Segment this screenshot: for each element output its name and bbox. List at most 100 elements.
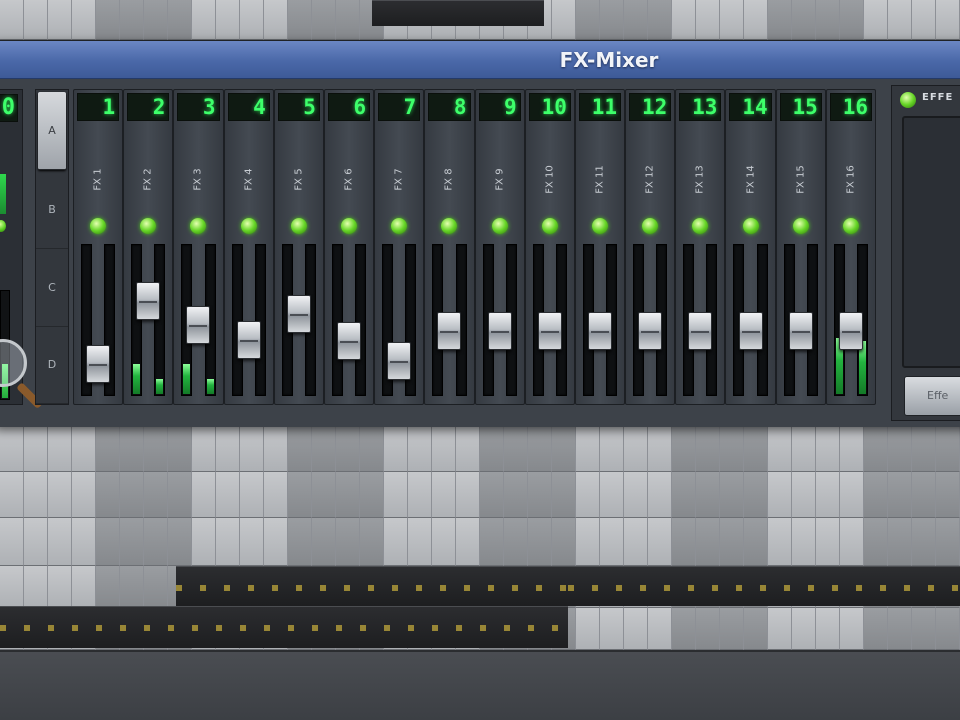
grid-cell[interactable] xyxy=(912,518,936,566)
grid-cell[interactable] xyxy=(840,518,864,566)
channel-name[interactable]: FX 3 xyxy=(193,168,204,190)
channel-mute-led[interactable] xyxy=(90,218,107,234)
volume-fader[interactable] xyxy=(437,312,462,350)
grid-cell[interactable] xyxy=(600,426,624,472)
grid-cell[interactable] xyxy=(336,426,360,472)
grid-cell[interactable] xyxy=(816,426,840,472)
grid-cell[interactable] xyxy=(264,0,288,40)
channel-strip[interactable]: 7 FX 7 xyxy=(374,89,425,405)
grid-cell[interactable] xyxy=(96,0,120,40)
grid-cell[interactable] xyxy=(936,0,960,40)
grid-cell[interactable] xyxy=(648,608,672,650)
grid-cell[interactable] xyxy=(312,426,336,472)
grid-cell[interactable] xyxy=(672,0,696,40)
grid-cell[interactable] xyxy=(600,518,624,566)
volume-fader[interactable] xyxy=(136,282,161,320)
grid-cell[interactable] xyxy=(312,518,336,566)
grid-cell[interactable] xyxy=(240,472,264,518)
grid-cell[interactable] xyxy=(288,426,312,472)
channel-mute-led[interactable] xyxy=(190,218,207,234)
grid-cell[interactable] xyxy=(24,0,48,40)
grid-cell[interactable] xyxy=(96,426,120,472)
grid-cell[interactable] xyxy=(312,0,336,40)
channel-strip[interactable]: 11 FX 11 xyxy=(574,89,626,405)
grid-cell[interactable] xyxy=(72,518,96,566)
grid-cell[interactable] xyxy=(312,472,336,518)
grid-cell[interactable] xyxy=(768,426,792,472)
grid-cell[interactable] xyxy=(144,566,168,608)
volume-fader[interactable] xyxy=(236,321,261,359)
grid-cell[interactable] xyxy=(624,608,648,650)
channel-mute-led[interactable] xyxy=(391,218,408,234)
grid-cell[interactable] xyxy=(696,0,720,40)
grid-cell[interactable] xyxy=(144,426,168,472)
grid-cell[interactable] xyxy=(192,0,216,40)
volume-fader[interactable] xyxy=(286,295,311,333)
grid-cell[interactable] xyxy=(408,518,432,566)
channel-mute-led[interactable] xyxy=(742,218,759,234)
grid-cell[interactable] xyxy=(744,426,768,472)
grid-cell[interactable] xyxy=(744,518,768,566)
grid-cell[interactable] xyxy=(216,472,240,518)
grid-cell[interactable] xyxy=(216,426,240,472)
grid-cell[interactable] xyxy=(48,518,72,566)
grid-cell[interactable] xyxy=(216,518,240,566)
grid-cell[interactable] xyxy=(936,472,960,518)
grid-cell[interactable] xyxy=(120,472,144,518)
grid-cell[interactable] xyxy=(648,518,672,566)
pattern-block[interactable] xyxy=(568,566,960,606)
grid-cell[interactable] xyxy=(24,426,48,472)
grid-cell[interactable] xyxy=(624,426,648,472)
effects-chain-list[interactable] xyxy=(902,116,960,368)
channel-name[interactable]: FX 1 xyxy=(93,168,104,190)
grid-cell[interactable] xyxy=(888,518,912,566)
grid-cell[interactable] xyxy=(336,472,360,518)
grid-cell[interactable] xyxy=(696,472,720,518)
volume-fader[interactable] xyxy=(186,306,211,344)
grid-cell[interactable] xyxy=(120,0,144,40)
grid-cell[interactable] xyxy=(792,518,816,566)
channel-name[interactable]: FX 11 xyxy=(594,165,605,194)
channel-name[interactable]: FX 7 xyxy=(394,168,405,190)
grid-cell[interactable] xyxy=(360,426,384,472)
grid-cell[interactable] xyxy=(912,426,936,472)
grid-cell[interactable] xyxy=(456,518,480,566)
grid-cell[interactable] xyxy=(936,426,960,472)
grid-cell[interactable] xyxy=(912,608,936,650)
channel-strip[interactable]: 5 FX 5 xyxy=(273,89,324,405)
grid-cell[interactable] xyxy=(456,426,480,472)
bank-a-button[interactable]: A xyxy=(38,92,66,170)
grid-cell[interactable] xyxy=(624,518,648,566)
grid-cell[interactable] xyxy=(72,472,96,518)
grid-cell[interactable] xyxy=(696,608,720,650)
grid-cell[interactable] xyxy=(96,518,120,566)
grid-cell[interactable] xyxy=(480,472,504,518)
channel-name[interactable]: FX 14 xyxy=(745,165,756,194)
grid-cell[interactable] xyxy=(624,0,648,40)
grid-cell[interactable] xyxy=(120,518,144,566)
grid-cell[interactable] xyxy=(552,0,576,40)
master-mute-led[interactable] xyxy=(0,220,6,232)
channel-name[interactable]: FX 15 xyxy=(795,165,806,194)
title-bar[interactable]: FX-Mixer xyxy=(0,41,960,79)
channel-strip[interactable]: 12 FX 12 xyxy=(625,89,676,405)
song-editor-grid[interactable] xyxy=(0,426,960,566)
grid-cell[interactable] xyxy=(888,608,912,650)
grid-cell[interactable] xyxy=(744,472,768,518)
grid-cell[interactable] xyxy=(384,518,408,566)
grid-cell[interactable] xyxy=(48,472,72,518)
grid-cell[interactable] xyxy=(720,472,744,518)
grid-cell[interactable] xyxy=(576,0,600,40)
grid-cell[interactable] xyxy=(48,566,72,608)
channel-name[interactable]: FX 4 xyxy=(243,168,254,190)
channel-mute-led[interactable] xyxy=(341,218,358,234)
channel-mute-led[interactable] xyxy=(491,218,508,234)
grid-cell[interactable] xyxy=(24,518,48,566)
grid-cell[interactable] xyxy=(0,518,24,566)
volume-fader[interactable] xyxy=(487,312,512,350)
grid-cell[interactable] xyxy=(648,472,672,518)
channel-name[interactable]: FX 6 xyxy=(344,168,355,190)
channel-strip[interactable]: 4 FX 4 xyxy=(223,89,274,405)
grid-cell[interactable] xyxy=(768,518,792,566)
channel-mute-led[interactable] xyxy=(591,218,608,234)
